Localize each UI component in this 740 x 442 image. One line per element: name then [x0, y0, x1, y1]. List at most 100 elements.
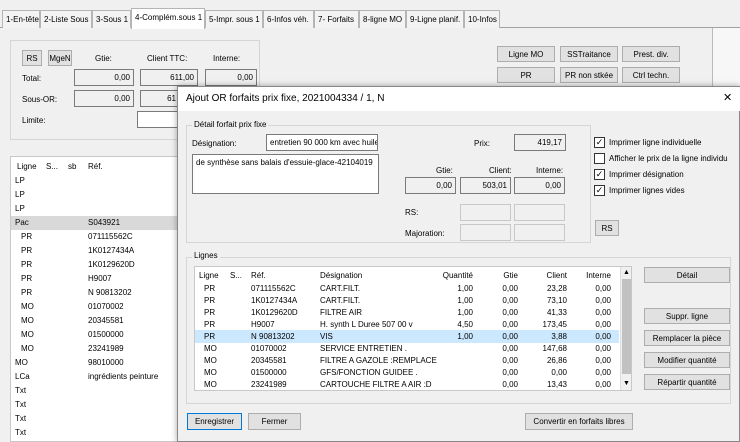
list-item[interactable]: MO 98010000 — [11, 356, 179, 370]
cell-ligne: PR — [204, 284, 216, 293]
close-icon[interactable]: ✕ — [723, 91, 732, 104]
list-item[interactable]: PR H9007 — [11, 272, 179, 286]
cell-client: 0,00 — [551, 368, 567, 377]
mgen-button[interactable]: MgeN — [48, 50, 72, 66]
checkbox[interactable]: ✓ — [594, 137, 605, 148]
list-item-ref: 01070002 — [88, 302, 124, 311]
pr-non-stkee-button[interactable]: PR non stkée — [560, 67, 618, 83]
list-item[interactable]: LP — [11, 188, 179, 202]
cell-gtie: 0,00 — [502, 380, 518, 389]
cell-interne: 0,00 — [595, 284, 611, 293]
list-item[interactable]: Pac S043921 — [11, 216, 179, 230]
cell-interne: 0,00 — [595, 320, 611, 329]
lignes-table[interactable]: Ligne S... Réf. Désignation Quantité Gti… — [194, 266, 632, 391]
tab-infos-veh[interactable]: 6-Infos véh. — [263, 10, 314, 28]
right-panel-edge — [712, 28, 740, 88]
tab-complem-sous-1[interactable]: 4-Complém.sous 1 — [131, 8, 205, 29]
repartir-quantite-button[interactable]: Répartir quantité — [644, 374, 730, 390]
list-item[interactable]: MO 23241989 — [11, 342, 179, 356]
dialog-titlebar: Ajout OR forfaits prix fixe, 2021004334 … — [178, 87, 740, 111]
list-item[interactable]: LP — [11, 174, 179, 188]
tab-liste-sous[interactable]: 2-Liste Sous — [40, 10, 92, 28]
designation-input[interactable]: entretien 90 000 km avec huile — [266, 134, 378, 151]
majoration-label: Majoration: — [405, 229, 445, 238]
list-item-ref: 20345581 — [88, 316, 124, 325]
list-item-ref: N 90813202 — [88, 288, 132, 297]
cell-quantite: 1,00 — [457, 296, 473, 305]
cell-interne: 0,00 — [595, 296, 611, 305]
add-forfait-dialog: Ajout OR forfaits prix fixe, 2021004334 … — [177, 86, 740, 442]
cell-interne: 0,00 — [595, 368, 611, 377]
fermer-button[interactable]: Fermer — [248, 413, 301, 430]
tab-ligne-mo[interactable]: 8-ligne MO — [359, 10, 406, 28]
cell-ligne: PR — [204, 296, 216, 305]
list-item-ref: 98010000 — [88, 358, 124, 367]
pr-button[interactable]: PR — [497, 67, 555, 83]
list-item[interactable]: PR 1K0127434A — [11, 244, 179, 258]
enregistrer-button[interactable]: Enregistrer — [187, 413, 242, 430]
list-item[interactable]: PR 071115562C — [11, 230, 179, 244]
convertir-button[interactable]: Convertir en forfaits libres — [525, 413, 633, 430]
limite-field[interactable] — [137, 111, 182, 128]
col-interne-header: Interne — [586, 271, 611, 280]
tab-forfaits[interactable]: 7- Forfaits — [314, 10, 359, 28]
tab-ligne-planif[interactable]: 9-Ligne planif. — [406, 10, 464, 28]
scroll-down-icon[interactable]: ▼ — [623, 380, 630, 387]
scroll-up-icon[interactable]: ▲ — [623, 269, 630, 276]
list-item[interactable]: Txt — [11, 412, 179, 426]
cell-ligne: MO — [204, 356, 217, 365]
list-item-ligne: LP — [15, 176, 25, 185]
list-item[interactable]: PR N 90813202 — [11, 286, 179, 300]
cell-designation: SERVICE ENTRETIEN . — [320, 344, 407, 353]
checkbox-label: Afficher le prix de la ligne individu — [609, 154, 728, 163]
list-item[interactable]: Txt — [11, 384, 179, 398]
list-item[interactable]: LP — [11, 202, 179, 216]
rs-button[interactable]: RS — [595, 220, 619, 236]
scroll-thumb[interactable] — [622, 279, 631, 374]
list-item[interactable]: PR 1K0129620D — [11, 258, 179, 272]
total-client-field: 611,00 — [140, 69, 198, 86]
cell-interne: 0,00 — [595, 332, 611, 341]
list-item-ref: 01500000 — [88, 330, 124, 339]
list-item[interactable]: MO 20345581 — [11, 314, 179, 328]
cell-ligne: MO — [204, 368, 217, 377]
modifier-quantite-button[interactable]: Modifier quantité — [644, 352, 730, 368]
cell-client: 73,10 — [546, 296, 567, 305]
tab-en-tete[interactable]: 1-En-tête — [2, 10, 40, 28]
checkbox[interactable] — [594, 153, 605, 164]
list-item-ligne: PR — [21, 288, 33, 297]
rs-button[interactable]: RS — [22, 50, 42, 66]
sous-or-client-field: 61 — [140, 90, 180, 107]
detail-button[interactable]: Détail — [644, 267, 730, 283]
list-item[interactable]: Txt — [11, 398, 179, 412]
lines-list[interactable]: Ligne S... sb Réf. LP LP LP Pac S043921 PR 071… — [10, 156, 180, 442]
list-item[interactable]: Txt — [11, 426, 179, 440]
suppr-ligne-button[interactable]: Suppr. ligne — [644, 308, 730, 324]
cell-ref: 1K0127434A — [251, 296, 298, 305]
remplacer-piece-button[interactable]: Remplacer la pièce — [644, 330, 730, 346]
prest-div-button[interactable]: Prest. div. — [622, 46, 680, 62]
checkbox[interactable]: ✓ — [594, 185, 605, 196]
list-item[interactable]: MO 01500000 — [11, 328, 179, 342]
tab-infos[interactable]: 10-Infos — [464, 10, 500, 28]
ctrl-techn-button[interactable]: Ctrl techn. — [622, 67, 680, 83]
cell-interne: 0,00 — [595, 380, 611, 389]
cell-ref: 01070002 — [251, 344, 287, 353]
ligne-mo-button[interactable]: Ligne MO — [497, 46, 555, 62]
tab-impr-sous-1[interactable]: 5-Impr. sous 1 — [205, 10, 263, 28]
tab-sous-1[interactable]: 3-Sous 1 — [92, 10, 131, 28]
cell-gtie: 0,00 — [502, 284, 518, 293]
list-item[interactable]: MO 01070002 — [11, 300, 179, 314]
checkbox[interactable]: ✓ — [594, 169, 605, 180]
col-s-header: S... — [230, 271, 243, 280]
cell-designation: FILTRE AIR — [320, 308, 363, 317]
list-item-ligne: LP — [15, 190, 25, 199]
table-scrollbar[interactable]: ▲ ▼ — [620, 267, 631, 390]
list-item[interactable]: LCa ingrédients peinture — [11, 370, 179, 384]
table-row[interactable]: MO 23241989 CARTOUCHE FILTRE A AIR :D 0,00 1… — [195, 378, 619, 390]
cell-ref: 01500000 — [251, 368, 287, 377]
cell-quantite: 1,00 — [457, 332, 473, 341]
detail-group-label: Détail forfait prix fixe — [192, 120, 269, 129]
designation-extra-input[interactable]: de synthèse sans balais d'essuie-glace-4… — [192, 154, 379, 194]
sstraitance-button[interactable]: SSTraitance — [560, 46, 618, 62]
